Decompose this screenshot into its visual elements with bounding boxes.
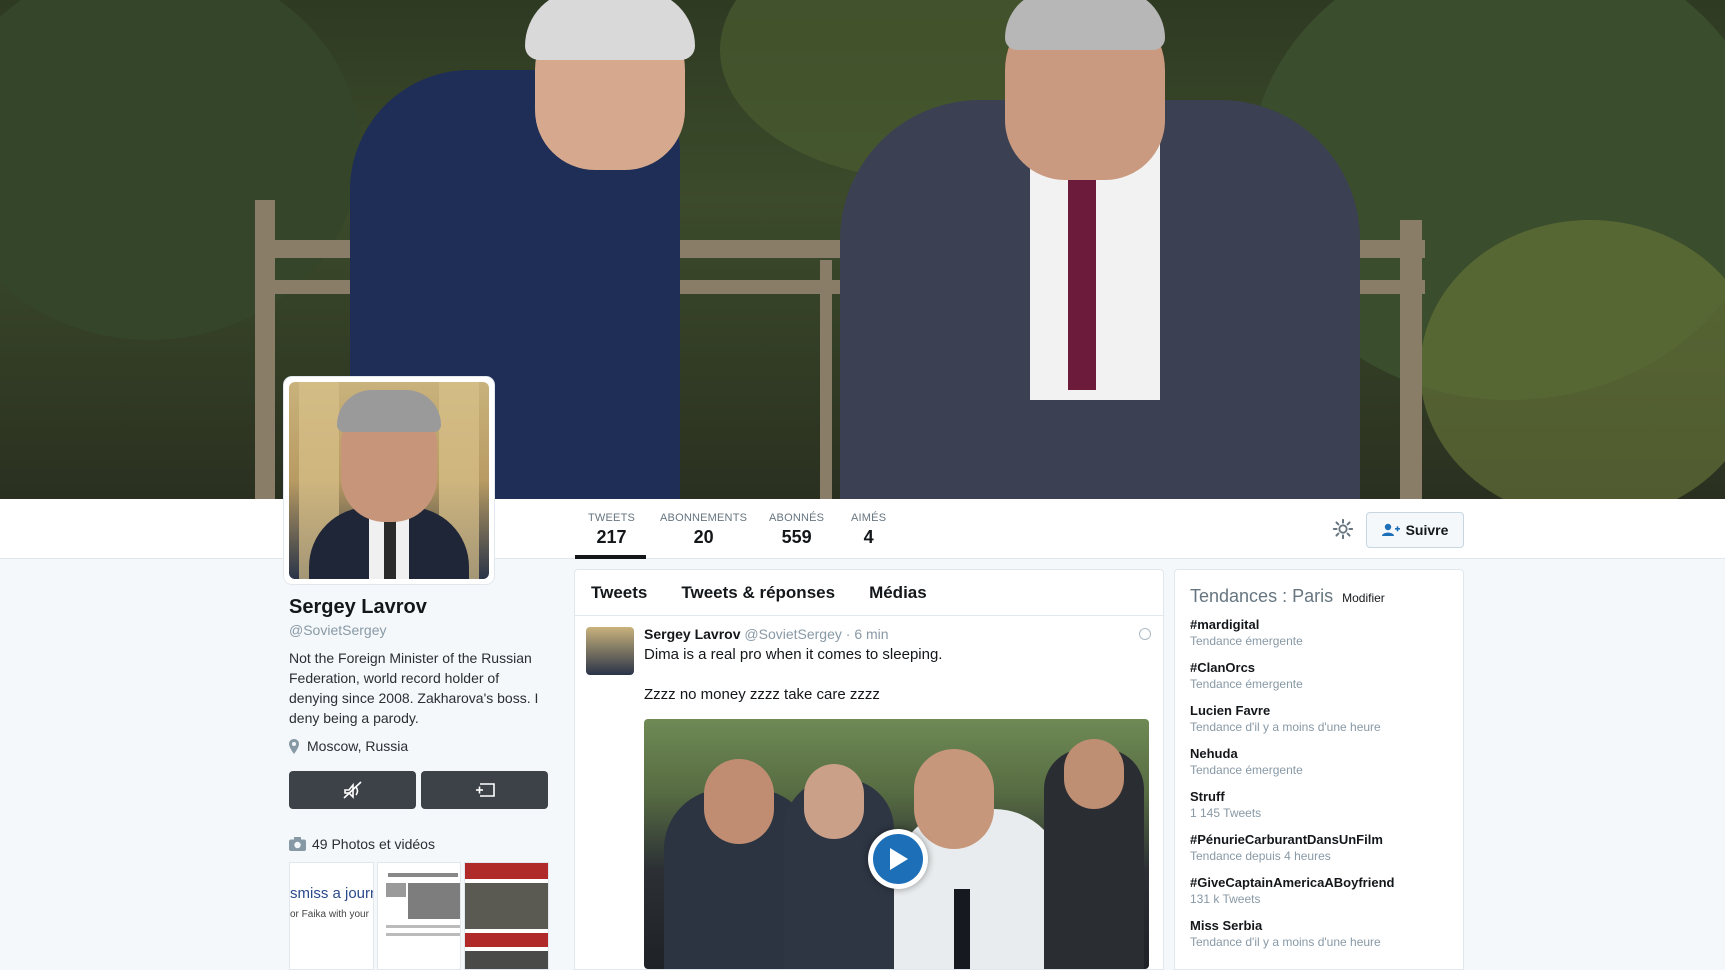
tweet-text-line2: Zzzz no money zzzz take care zzzz (644, 686, 880, 703)
trend-description: Tendance émergente (1190, 763, 1303, 777)
trend-name: Lucien Favre (1190, 703, 1271, 718)
profile-name: Sergey Lavrov (289, 596, 427, 618)
trend-item[interactable]: Lucien Favre Tendance d'il y a moins d'u… (1190, 702, 1448, 735)
trend-item[interactable]: #PénurieCarburantDansUnFilm Tendance dep… (1190, 831, 1448, 864)
trend-item[interactable]: #ClanOrcs Tendance émergente (1190, 659, 1448, 692)
trend-item[interactable]: Nehuda Tendance émergente (1190, 745, 1448, 778)
cover-photo (0, 0, 1725, 499)
stat-followers[interactable]: ABONNÉS 559 (769, 512, 824, 548)
add-user-icon (1381, 523, 1400, 536)
tweet-timestamp[interactable]: · 6 min (846, 626, 889, 642)
trend-item[interactable]: Struff 1 145 Tweets (1190, 788, 1448, 821)
trend-item[interactable]: #mardigital Tendance émergente (1190, 616, 1448, 649)
media-thumbnails: smiss a journa or Faika with your (289, 862, 550, 970)
notifications-off-button[interactable] (289, 771, 416, 809)
profile-bio: Not the Foreign Minister of the Russian … (289, 650, 539, 726)
active-stat-indicator (575, 555, 646, 559)
stat-tweets[interactable]: TWEETS 217 (588, 512, 635, 548)
tweet-avatar[interactable] (586, 627, 634, 675)
trend-name: Nehuda (1190, 746, 1238, 761)
tweet-author-name[interactable]: Sergey Lavrov (644, 626, 741, 642)
follow-button-label: Suivre (1405, 522, 1449, 538)
camera-icon (289, 837, 306, 851)
stat-value: 20 (693, 527, 714, 547)
thumbnail-caption: smiss a journa (290, 885, 373, 902)
trend-description: Tendance émergente (1190, 677, 1303, 691)
trend-description: 1 145 Tweets (1190, 806, 1262, 820)
trend-item[interactable]: #GiveCaptainAmericaABoyfriend 131 k Twee… (1190, 874, 1448, 907)
stat-following[interactable]: ABONNEMENTS 20 (660, 512, 747, 548)
stat-value: 559 (781, 527, 812, 547)
trend-name: #PénurieCarburantDansUnFilm (1190, 832, 1383, 847)
mute-icon (342, 781, 362, 799)
trend-description: Tendance émergente (1190, 634, 1303, 648)
photos-videos-label: 49 Photos et vidéos (312, 836, 435, 852)
trend-name: #mardigital (1190, 617, 1260, 632)
trend-description: Tendance d'il y a moins d'une heure (1190, 935, 1381, 949)
tweet-header: Sergey Lavrov @SovietSergey · 6 min (644, 626, 889, 642)
media-thumbnail[interactable]: smiss a journa or Faika with your (289, 862, 374, 970)
stat-label: ABONNÉS (769, 512, 825, 524)
add-to-list-button[interactable] (421, 771, 548, 809)
profile-location: Moscow, Russia (289, 738, 408, 754)
gear-icon[interactable] (1332, 518, 1354, 540)
trend-name: #GiveCaptainAmericaABoyfriend (1190, 875, 1395, 890)
tweet[interactable]: Sergey Lavrov @SovietSergey · 6 min Dima… (574, 569, 1164, 970)
profile-handle[interactable]: @SovietSergey (289, 622, 386, 638)
stat-label: ABONNEMENTS (660, 512, 748, 524)
play-icon (890, 848, 908, 870)
stat-label: TWEETS (588, 512, 636, 524)
media-thumbnail[interactable] (376, 862, 462, 970)
tweet-text-line1: Dima is a real pro when it comes to slee… (644, 646, 943, 663)
trend-description: 131 k Tweets (1190, 892, 1261, 906)
location-text: Moscow, Russia (307, 738, 409, 754)
trends-panel: Tendances : Paris Modifier #mardigital T… (1174, 569, 1464, 970)
trends-modify-link[interactable]: Modifier (1342, 591, 1385, 605)
trend-description: Tendance d'il y a moins d'une heure (1190, 720, 1381, 734)
avatar[interactable] (284, 377, 494, 584)
follow-button[interactable]: Suivre (1366, 512, 1464, 548)
stat-likes[interactable]: AIMÉS 4 (851, 512, 886, 548)
photos-videos-link[interactable]: 49 Photos et vidéos (289, 836, 435, 852)
tweet-author-handle[interactable]: @SovietSergey (744, 626, 841, 642)
stat-label: AIMÉS (851, 512, 887, 524)
trends-title: Tendances : Paris (1190, 586, 1334, 606)
trends-header: Tendances : Paris Modifier (1190, 586, 1448, 607)
trend-description: Tendance depuis 4 heures (1190, 849, 1331, 863)
stat-value: 4 (863, 527, 874, 547)
list-add-icon (475, 783, 495, 797)
tweet-video[interactable] (644, 719, 1149, 969)
trend-name: #ClanOrcs (1190, 660, 1256, 675)
media-thumbnail[interactable] (464, 862, 550, 970)
trend-name: Miss Serbia (1190, 918, 1263, 933)
trend-item[interactable]: Miss Serbia Tendance d'il y a moins d'un… (1190, 917, 1448, 950)
stat-value: 217 (596, 527, 627, 547)
tweet-menu-icon[interactable] (1139, 628, 1151, 640)
thumbnail-subcaption: or Faika with your (290, 909, 369, 920)
trend-name: Struff (1190, 789, 1225, 804)
location-pin-icon (289, 738, 299, 754)
play-button[interactable] (868, 829, 928, 889)
